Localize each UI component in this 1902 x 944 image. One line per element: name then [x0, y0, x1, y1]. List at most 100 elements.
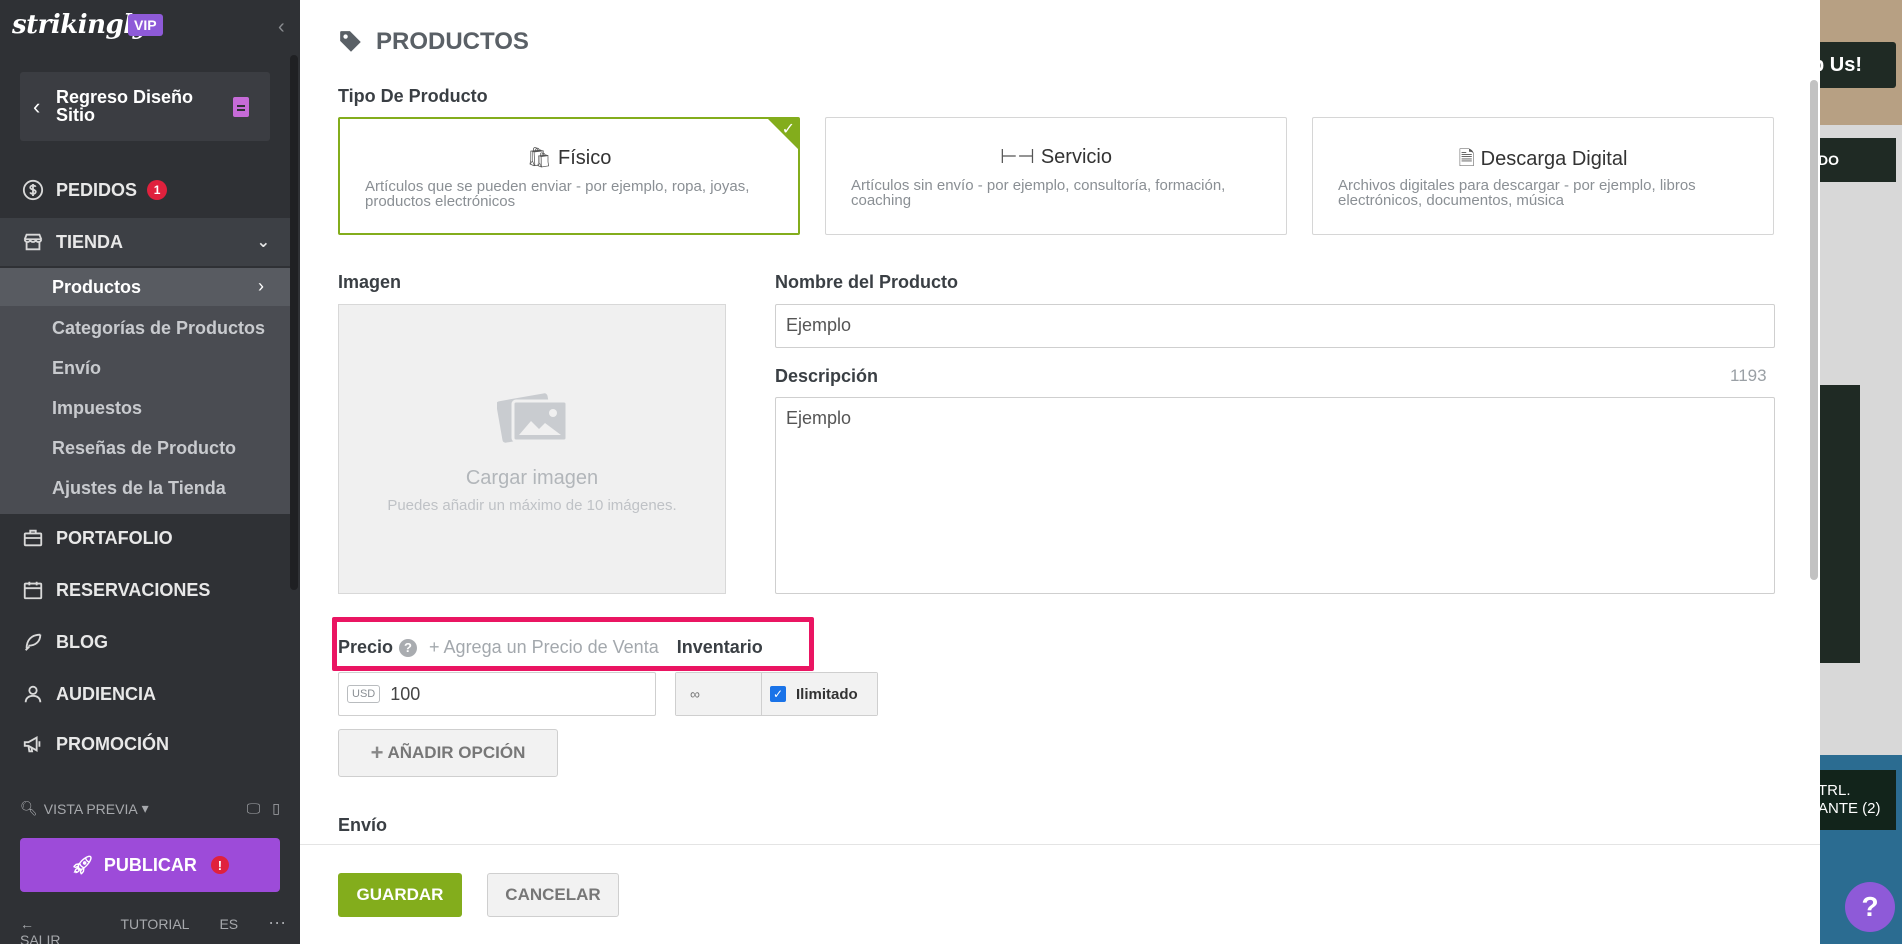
rocket-icon: 🚀︎	[71, 854, 94, 875]
search-icon: 🔍︎	[20, 800, 38, 816]
nav-store[interactable]: TIENDA ⌄	[0, 218, 290, 266]
description-label: Descripción	[775, 366, 879, 386]
product-type-digital-desc: Archivos digitales para descargar - por …	[1338, 177, 1696, 209]
sidebar-footer: ← SALIR TUTORIAL ES ···	[20, 913, 286, 944]
inventory-label: Inventario	[676, 637, 763, 657]
product-type-digital[interactable]: 🗎 Descarga Digital Archivos digitales par…	[1312, 117, 1774, 235]
product-type-physical-desc: Artículos que se pueden enviar - por eje…	[365, 178, 750, 210]
caret-down-icon: ▾	[141, 800, 149, 816]
add-sale-price-link[interactable]: + Agrega un Precio de Venta	[429, 637, 659, 658]
orders-count-badge: 1	[147, 180, 168, 200]
product-name-input[interactable]: Ejemplo	[775, 304, 1775, 348]
check-icon: ✓	[781, 121, 795, 138]
upload-title: Cargar imagen	[465, 467, 599, 489]
submenu-item-product-reviews[interactable]: Reseñas de Producto	[52, 438, 236, 459]
currency-tag: USD	[347, 685, 381, 703]
calendar-icon	[20, 579, 46, 601]
upload-hint: Puedes añadir un máximo de 10 imágenes.	[387, 497, 677, 514]
strikingly-logo[interactable]: strikingly	[12, 10, 148, 40]
chevron-left-icon: ‹	[33, 94, 41, 119]
help-question-icon[interactable]: ?	[399, 638, 418, 657]
collapse-sidebar-icon[interactable]: ‹	[278, 16, 285, 39]
nav-bookings-label: RESERVACIONES	[56, 579, 211, 600]
save-button[interactable]: GUARDAR	[338, 873, 462, 917]
submenu-item-taxes[interactable]: Impuestos	[52, 398, 142, 419]
product-name-label: Nombre del Producto	[775, 272, 959, 292]
nav-audience-label: AUDIENCIA	[56, 683, 157, 704]
nav-orders-label: PEDIDOS	[56, 179, 138, 200]
briefcase-icon	[20, 527, 46, 549]
product-type-label: Tipo De Producto	[338, 86, 488, 106]
active-submenu-highlight	[0, 268, 290, 306]
page-title-text: PRODUCTOS	[376, 28, 529, 55]
nav-store-label: TIENDA	[56, 231, 123, 252]
description-textarea[interactable]: Ejemplo	[775, 397, 1775, 594]
product-editor-panel: PRODUCTOS Tipo De Producto 🛍︎ Físico Artí…	[300, 0, 1820, 944]
inventory-input[interactable]: ∞	[676, 673, 762, 715]
dumbbell-icon: ⊢⊣	[1000, 146, 1035, 168]
page-title: PRODUCTOS	[338, 28, 529, 56]
back-to-site-design-button[interactable]: ‹ Regreso Diseño Sitio	[20, 72, 270, 141]
help-button[interactable]: ?	[1845, 882, 1895, 932]
site-preview-background: p Us! DO TRL. ANTE (2) ?	[1820, 0, 1902, 944]
shopping-bag-icon: 🛍︎	[526, 147, 553, 169]
price-inventory-header: Precio ? + Agrega un Precio de Venta Inv…	[338, 637, 763, 658]
desktop-icon[interactable]: 🖵	[247, 800, 261, 817]
more-menu-icon[interactable]: ···	[268, 913, 286, 944]
nav-audience[interactable]: AUDIENCIA	[0, 670, 290, 718]
unlimited-toggle[interactable]: ✓ Ilimitado	[762, 673, 877, 715]
submenu-item-product-categories[interactable]: Categorías de Productos	[52, 318, 265, 339]
publish-button[interactable]: 🚀︎ PUBLICAR !	[20, 838, 280, 892]
exit-link[interactable]: ← SALIR	[20, 916, 90, 944]
panel-scrollbar[interactable]	[1810, 80, 1818, 580]
product-type-service-desc: Artículos sin envío - por ejemplo, consu…	[851, 177, 1226, 209]
description-char-counter: 1193	[1730, 366, 1767, 385]
nav-bookings[interactable]: RESERVACIONES	[0, 566, 290, 614]
nav-blog[interactable]: BLOG	[0, 618, 290, 666]
page-icon	[233, 97, 249, 117]
cancel-button[interactable]: CANCELAR	[487, 873, 619, 917]
add-option-label: AÑADIR OPCIÓN	[387, 743, 526, 762]
product-type-physical[interactable]: 🛍︎ Físico Artículos que se pueden enviar …	[338, 117, 800, 235]
chevron-down-icon: ⌄	[256, 234, 270, 251]
shipping-label: Envío	[338, 815, 388, 835]
chevron-right-icon: ›	[258, 276, 264, 296]
nav-promotion-label: PROMOCIÓN	[56, 733, 170, 754]
back-label: Regreso Diseño Sitio	[56, 87, 194, 125]
document-icon: 🗎	[1458, 148, 1475, 170]
price-input[interactable]: USD 100	[338, 672, 656, 716]
preview-dark-block	[1820, 385, 1860, 663]
preview-signup-button: p Us!	[1820, 42, 1896, 88]
nav-orders[interactable]: PEDIDOS 1	[0, 166, 290, 214]
product-type-service[interactable]: ⊢⊣ Servicio Artículos sin envío - por eje…	[825, 117, 1287, 235]
preview-shortcut-hint: TRL. ANTE (2)	[1820, 770, 1896, 830]
image-upload-dropzone[interactable]: Cargar imagen Puedes añadir un máximo de…	[338, 304, 726, 594]
preview-button: DO	[1820, 138, 1896, 182]
user-icon	[20, 683, 46, 705]
sidebar: strikingly VIP ‹ ‹ Regreso Diseño Sitio …	[0, 0, 300, 944]
mobile-icon[interactable]: ▯	[272, 800, 280, 817]
unlimited-label: Ilimitado	[796, 685, 858, 703]
image-label: Imagen	[338, 272, 402, 292]
vip-badge: VIP	[128, 14, 163, 36]
footer-divider	[300, 844, 1820, 845]
tutorial-link[interactable]: TUTORIAL	[120, 916, 189, 944]
submenu-item-products[interactable]: Productos	[52, 277, 141, 298]
sidebar-scrollbar[interactable]	[290, 55, 298, 590]
nav-promotion[interactable]: PROMOCIÓN	[0, 720, 290, 768]
submenu-item-shipping[interactable]: Envío	[52, 358, 101, 379]
feather-icon	[20, 631, 46, 653]
inventory-field: ∞ ✓ Ilimitado	[675, 672, 878, 716]
unlimited-checkbox[interactable]: ✓	[770, 686, 786, 702]
nav-portfolio[interactable]: PORTAFOLIO	[0, 514, 290, 562]
publish-label: PUBLICAR	[103, 854, 197, 875]
nav-portfolio-label: PORTAFOLIO	[56, 527, 173, 548]
language-link[interactable]: ES	[219, 916, 238, 944]
dollar-circle-icon	[20, 179, 46, 201]
preview-dropdown[interactable]: VISTA PREVIA	[44, 801, 138, 817]
submenu-item-store-settings[interactable]: Ajustes de la Tienda	[52, 478, 226, 499]
publish-alert-badge: !	[210, 856, 229, 874]
price-value: 100	[390, 683, 421, 704]
add-option-button[interactable]: + AÑADIR OPCIÓN	[338, 729, 558, 777]
price-label: Precio	[338, 637, 394, 657]
